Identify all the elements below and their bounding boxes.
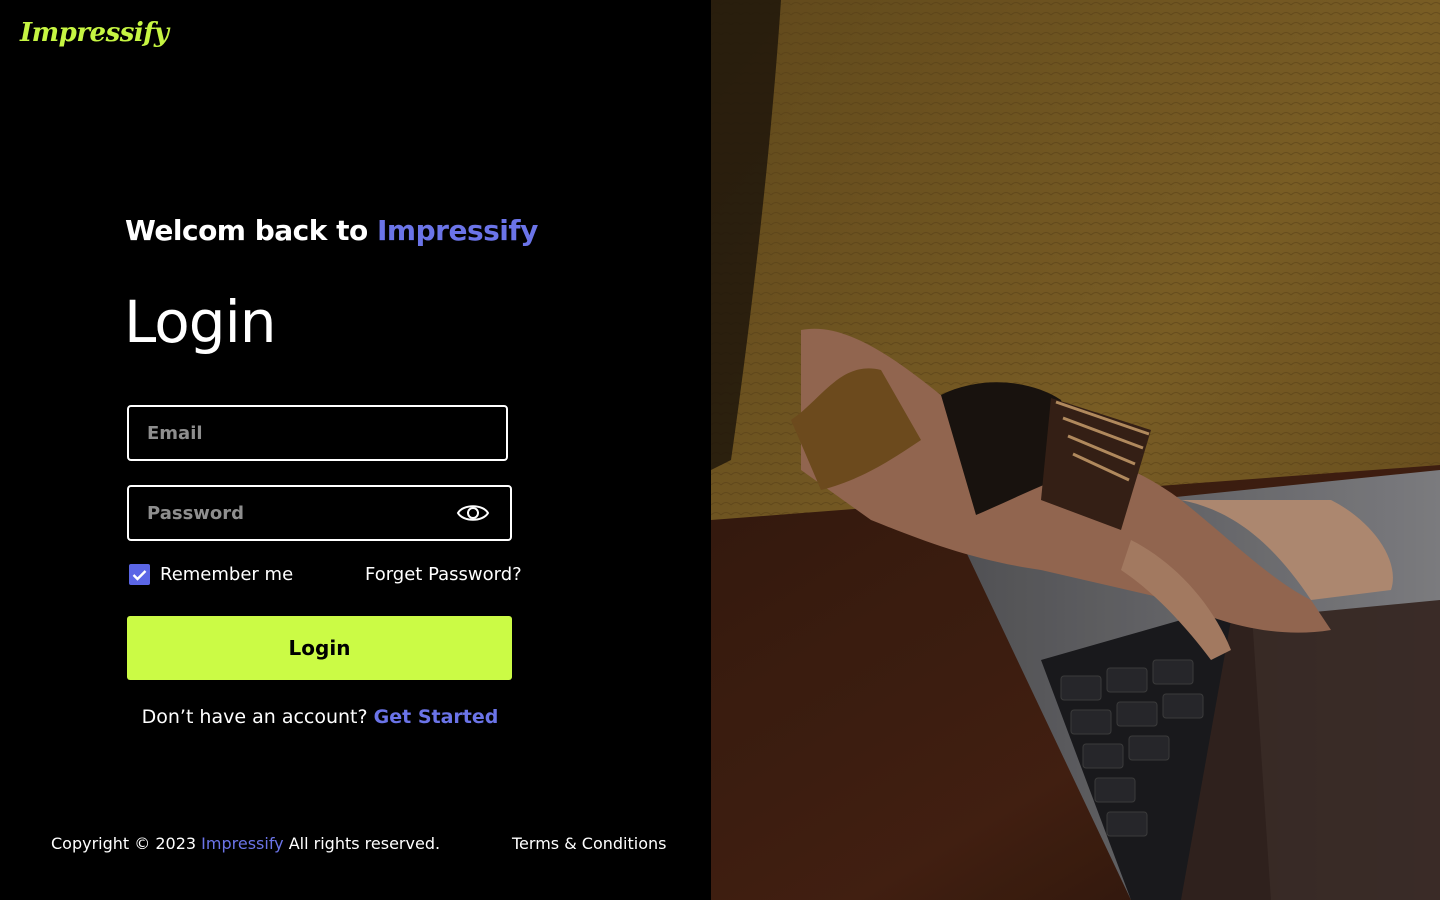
copyright: Copyright © 2023 Impressify All rights r… — [51, 834, 440, 853]
login-button[interactable]: Login — [127, 616, 512, 680]
email-field-container — [127, 405, 508, 461]
password-field-container — [127, 485, 512, 541]
copyright-prefix: Copyright © 2023 — [51, 834, 197, 853]
check-icon — [132, 569, 147, 581]
remember-me[interactable]: Remember me — [129, 564, 293, 585]
remember-checkbox[interactable] — [129, 564, 150, 585]
welcome-brand: Impressify — [377, 214, 538, 247]
password-field[interactable] — [129, 487, 449, 539]
welcome-prefix: Welcom back to — [125, 214, 368, 247]
welcome-heading: Welcom back to Impressify — [125, 214, 538, 247]
page-title: Login — [124, 288, 276, 356]
brand-logo[interactable]: Impressify — [20, 18, 169, 48]
terms-link[interactable]: Terms & Conditions — [512, 834, 666, 853]
hero-photo — [711, 0, 1440, 900]
login-panel: Impressify Welcom back to Impressify Log… — [0, 0, 711, 900]
email-field[interactable] — [129, 407, 506, 459]
signup-prompt: Don’t have an account? Get Started — [0, 706, 640, 728]
get-started-link[interactable]: Get Started — [374, 706, 499, 728]
eye-icon[interactable] — [456, 501, 490, 525]
signup-text: Don’t have an account? — [141, 706, 368, 728]
copyright-brand: Impressify — [201, 834, 284, 853]
photo-illustration — [711, 0, 1440, 900]
copyright-suffix: All rights reserved. — [288, 834, 441, 853]
forget-password-link[interactable]: Forget Password? — [365, 564, 522, 585]
remember-label: Remember me — [160, 564, 294, 585]
